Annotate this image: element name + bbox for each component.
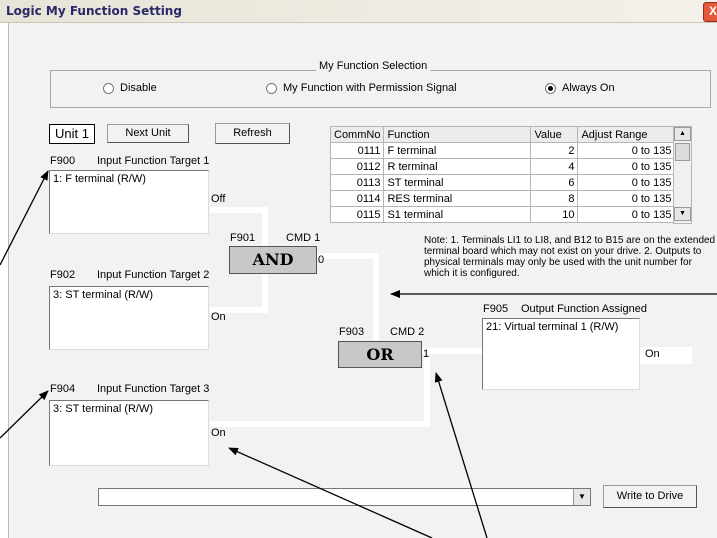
cell-commno: 0111 (329, 142, 385, 159)
cell-range: 0 to 135 (577, 174, 676, 191)
radio-always-on[interactable]: Always On (545, 82, 615, 94)
or-gate: OR (338, 341, 422, 368)
col-commno[interactable]: CommNo (329, 126, 385, 143)
cell-function: RES terminal (383, 190, 532, 207)
next-unit-button[interactable]: Next Unit (107, 124, 189, 143)
table-row[interactable]: 0115 S1 terminal 10 0 to 135 (329, 206, 676, 223)
cell-commno: 0115 (329, 206, 385, 223)
wire-input1 (210, 207, 265, 213)
and-gate: AND (229, 246, 317, 274)
scroll-down-arrow-icon[interactable]: ▼ (674, 207, 691, 221)
cell-value: 10 (530, 206, 579, 223)
cell-commno: 0112 (329, 158, 385, 175)
gate1-code: F901 (230, 232, 256, 244)
function-selection-legend: My Function Selection (316, 60, 431, 72)
table-header-row: CommNo Function Value Adjust Range (329, 126, 676, 143)
window-title: Logic My Function Setting (6, 4, 182, 18)
input3-label: Input Function Target 3 (97, 383, 210, 395)
radio-disable-label: Disable (120, 82, 157, 94)
function-table[interactable]: CommNo Function Value Adjust Range 0111 … (329, 126, 676, 223)
wire-and-output-vertical (373, 253, 379, 340)
cell-value: 6 (530, 174, 579, 191)
gate2-code: F903 (339, 326, 365, 338)
input3-code: F904 (50, 383, 76, 395)
input3-listbox[interactable]: 3: ST terminal (R/W) (49, 400, 209, 466)
cell-commno: 0113 (329, 174, 385, 191)
table-row[interactable]: 0114 RES terminal 8 0 to 135 (329, 190, 676, 207)
output-label: Output Function Assigned (521, 303, 647, 315)
title-bar: Logic My Function Setting X (0, 0, 717, 23)
wire-input1-vertical (262, 207, 268, 249)
cell-function: ST terminal (383, 174, 532, 191)
scroll-up-arrow-icon[interactable]: ▲ (674, 127, 691, 141)
wire-or-output (420, 348, 482, 354)
radio-always-on-dot[interactable] (545, 82, 556, 94)
output-code: F905 (483, 303, 509, 315)
gate1-cmd: CMD 1 (286, 232, 321, 244)
refresh-button[interactable]: Refresh (215, 123, 290, 144)
input1-value[interactable]: 1: F terminal (R/W) (53, 173, 146, 185)
write-to-drive-button[interactable]: Write to Drive (603, 485, 697, 508)
input1-code: F900 (50, 155, 76, 167)
input3-state: On (211, 427, 226, 439)
table-scrollbar[interactable]: ▲ ▼ (673, 126, 692, 224)
cell-function: F terminal (383, 142, 532, 159)
input1-listbox[interactable]: 1: F terminal (R/W) (49, 170, 209, 234)
wire-input3 (210, 421, 430, 427)
cell-range: 0 to 135 (577, 190, 676, 207)
col-function[interactable]: Function (383, 126, 532, 143)
chevron-down-icon[interactable]: ▼ (573, 489, 590, 505)
cell-value: 4 (530, 158, 579, 175)
wire-and-output (316, 253, 379, 259)
radio-disable-dot[interactable] (103, 82, 114, 94)
wire-input2-vertical (262, 268, 268, 312)
gate2-output-value: 1 (423, 348, 430, 360)
radio-permission-signal-dot[interactable] (266, 82, 277, 94)
input2-listbox[interactable]: 3: ST terminal (R/W) (49, 286, 209, 350)
cell-range: 0 to 135 (577, 206, 676, 223)
dialog-window: Logic My Function Setting X My Function … (0, 0, 717, 538)
cell-value: 2 (530, 142, 579, 159)
terminal-note: Note: 1. Terminals LI1 to LI8, and B12 t… (424, 235, 716, 279)
input1-state: Off (211, 193, 226, 205)
cell-commno: 0114 (329, 190, 385, 207)
input2-state: On (211, 311, 226, 323)
table-row[interactable]: 0111 F terminal 2 0 to 135 (329, 142, 676, 159)
cell-range: 0 to 135 (577, 142, 676, 159)
close-button[interactable]: X (703, 2, 717, 22)
output-value[interactable]: 21: Virtual terminal 1 (R/W) (486, 321, 618, 333)
wire-input3-vertical (424, 357, 430, 427)
cell-range: 0 to 135 (577, 158, 676, 175)
gate2-cmd: CMD 2 (390, 326, 425, 338)
table-row[interactable]: 0113 ST terminal 6 0 to 135 (329, 174, 676, 191)
input2-code: F902 (50, 269, 76, 281)
radio-always-on-label: Always On (562, 82, 615, 94)
col-adjust-range[interactable]: Adjust Range (577, 126, 676, 143)
unit-select-combo[interactable]: ▼ (98, 488, 591, 506)
table-row[interactable]: 0112 R terminal 4 0 to 135 (329, 158, 676, 175)
gate1-output-value: 0 (318, 254, 325, 266)
radio-permission-signal[interactable]: My Function with Permission Signal (266, 82, 457, 94)
cell-value: 8 (530, 190, 579, 207)
radio-disable[interactable]: Disable (103, 82, 157, 94)
cell-function: R terminal (383, 158, 532, 175)
input1-label: Input Function Target 1 (97, 155, 210, 167)
scroll-thumb[interactable] (675, 143, 690, 161)
input2-label: Input Function Target 2 (97, 269, 210, 281)
radio-permission-signal-label: My Function with Permission Signal (283, 82, 457, 94)
cell-function: S1 terminal (383, 206, 532, 223)
output-state: On (645, 348, 660, 360)
col-value[interactable]: Value (530, 126, 579, 143)
input3-value[interactable]: 3: ST terminal (R/W) (53, 403, 153, 415)
output-listbox[interactable]: 21: Virtual terminal 1 (R/W) (482, 318, 640, 390)
unit-indicator: Unit 1 (49, 124, 95, 144)
input2-value[interactable]: 3: ST terminal (R/W) (53, 289, 153, 301)
